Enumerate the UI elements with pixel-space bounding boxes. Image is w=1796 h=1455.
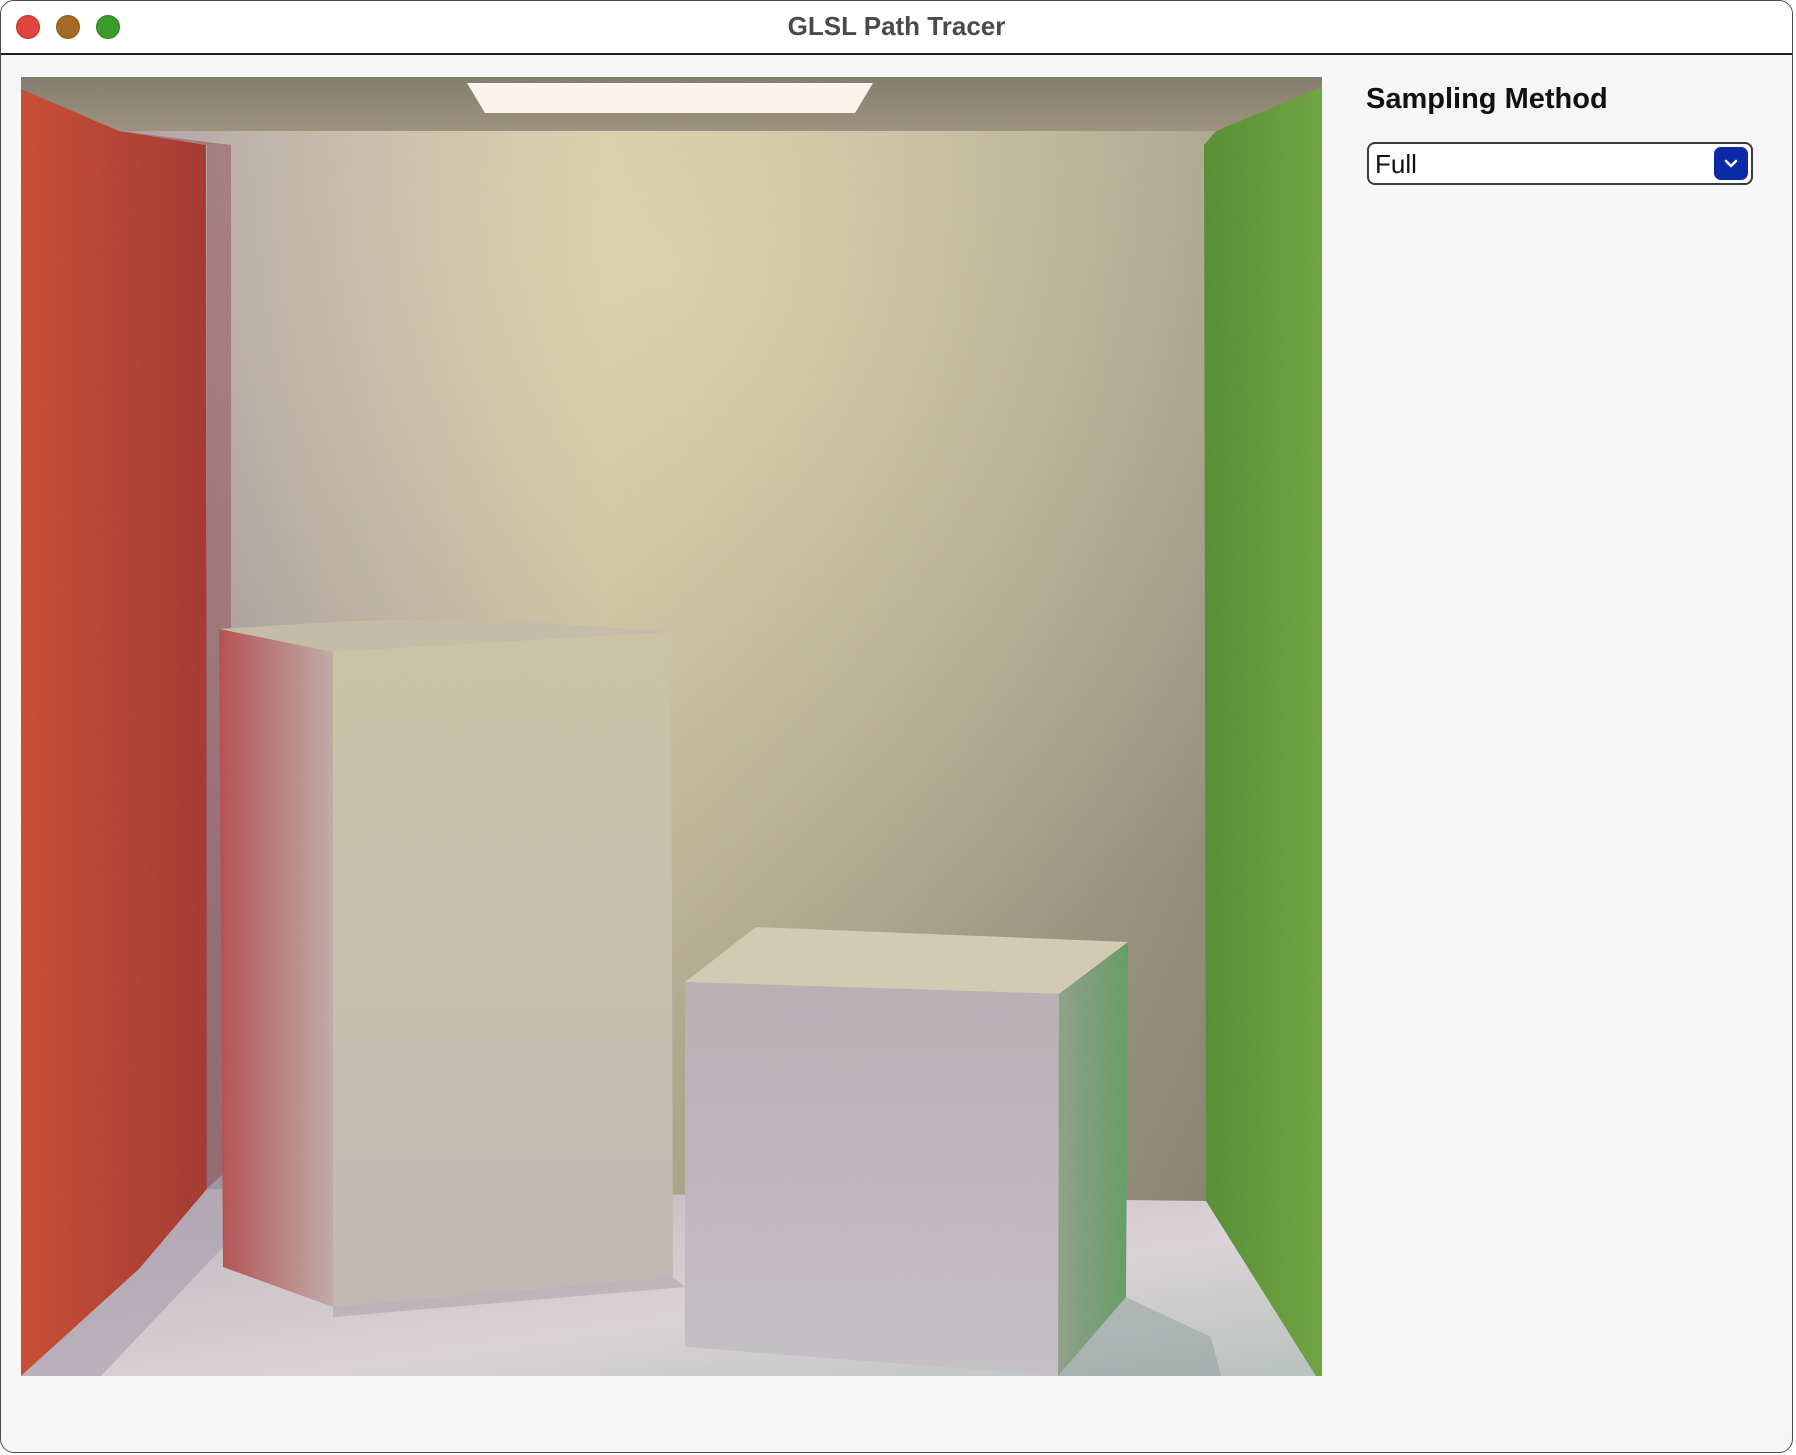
- chevron-down-icon: [1724, 159, 1738, 168]
- cornell-box-render: [21, 77, 1322, 1376]
- render-viewport[interactable]: [21, 77, 1322, 1376]
- sampling-method-select[interactable]: Full: [1367, 142, 1753, 185]
- sampling-method-heading: Sampling Method: [1366, 83, 1608, 115]
- title-bar[interactable]: GLSL Path Tracer: [1, 1, 1792, 55]
- select-arrow-button[interactable]: [1714, 147, 1748, 180]
- app-window: GLSL Path Tracer Sampling Method Full: [0, 0, 1793, 1453]
- sampling-method-value: Full: [1375, 149, 1417, 179]
- window-title: GLSL Path Tracer: [787, 11, 1006, 41]
